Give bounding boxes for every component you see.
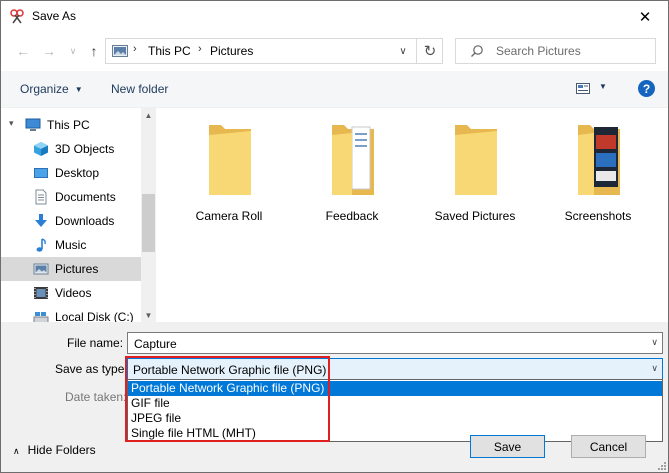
save-as-type-label: Save as type:: [55, 362, 128, 376]
scroll-down-icon[interactable]: ▼: [141, 308, 156, 322]
chevron-down-icon[interactable]: ∨: [651, 363, 658, 374]
computer-icon: [25, 118, 41, 131]
organize-button[interactable]: Organize ▼: [20, 82, 83, 96]
command-bar: Organize ▼ New folder ▼ ?: [1, 71, 668, 108]
sidebar-item-documents[interactable]: Documents: [1, 185, 141, 209]
music-icon: [36, 238, 46, 252]
highlight-annotation-box: [125, 356, 330, 442]
window-title: Save As: [32, 9, 77, 23]
folder-icon: [578, 125, 620, 195]
3d-objects-icon: [34, 142, 48, 156]
expand-icon[interactable]: ▾: [9, 118, 14, 129]
chevron-down-icon: ∨: [399, 45, 407, 57]
hide-folders-label: Hide Folders: [27, 443, 96, 457]
folder-label: Feedback: [325, 209, 379, 223]
refresh-icon: ↻: [423, 43, 437, 60]
breadcrumb-separator: ›: [198, 43, 202, 55]
address-bar[interactable]: › This PC › Pictures ∨ ↻: [105, 38, 443, 64]
sidebar-item-label: Desktop: [55, 166, 100, 180]
sidebar-item-videos[interactable]: Videos: [1, 281, 141, 305]
sidebar-item-pictures[interactable]: Pictures: [1, 257, 141, 281]
date-taken-label: Date taken:: [65, 390, 127, 404]
view-options-caret-icon[interactable]: ▼: [599, 82, 607, 91]
refresh-button[interactable]: ↻: [416, 39, 443, 63]
sidebar-item-label: Downloads: [55, 214, 115, 228]
file-list: Camera Roll Feedback Saved Pictures Scre…: [157, 108, 668, 322]
folder-item-camera-roll[interactable]: Camera Roll: [169, 118, 289, 228]
sidebar-item-label: 3D Objects: [55, 142, 115, 156]
view-options-icon[interactable]: [576, 83, 590, 94]
arrow-left-icon: ←: [16, 43, 30, 59]
sidebar-item-label: Videos: [55, 286, 92, 300]
downloads-icon: [35, 214, 47, 227]
sidebar-item-downloads[interactable]: Downloads: [1, 209, 141, 233]
hide-folders-button[interactable]: ∧ Hide Folders: [13, 443, 96, 457]
folder-icon: [455, 125, 497, 195]
breadcrumb-pictures[interactable]: Pictures: [210, 44, 253, 58]
snipping-tool-icon: [10, 9, 24, 24]
search-icon: [471, 45, 483, 57]
folder-icon: [332, 125, 374, 195]
navigation-scrollbar[interactable]: ▲ ▼: [141, 108, 156, 322]
new-folder-button[interactable]: New folder: [111, 82, 168, 96]
save-options-panel: File name: Capture ∨ Save as type: Porta…: [1, 322, 668, 472]
up-button[interactable]: ↑: [85, 42, 103, 60]
title-bar: Save As ✕: [1, 1, 668, 32]
help-icon: ?: [642, 81, 651, 96]
search-box[interactable]: Search Pictures: [455, 38, 656, 64]
sidebar-item-label: Music: [55, 238, 87, 252]
breadcrumb-this-pc[interactable]: This PC: [148, 44, 191, 58]
scroll-up-icon[interactable]: ▲: [141, 108, 156, 122]
sidebar-item-music[interactable]: Music: [1, 233, 141, 257]
save-button[interactable]: Save: [470, 435, 545, 458]
folder-label: Screenshots: [564, 209, 632, 223]
recent-locations-button[interactable]: ∨: [64, 42, 82, 60]
folder-label: Saved Pictures: [434, 209, 516, 223]
save-as-dialog: Save As ✕ ← → ∨ ↑ › This PC › Pictures ∨…: [0, 0, 669, 473]
navigation-pane: ▾ This PC 3D Objects Desktop Documents D…: [1, 108, 156, 322]
file-name-input[interactable]: Capture ∨: [127, 332, 663, 354]
navigation-bar: ← → ∨ ↑ › This PC › Pictures ∨ ↻ Search …: [1, 32, 668, 70]
arrow-up-icon: ↑: [90, 43, 98, 59]
sidebar-item-label: This PC: [47, 118, 90, 132]
folder-item-feedback[interactable]: Feedback: [292, 118, 412, 228]
caret-down-icon: ▼: [74, 85, 83, 94]
close-icon: ✕: [638, 8, 652, 26]
folder-item-screenshots[interactable]: Screenshots: [538, 118, 658, 228]
chevron-down-icon: ∨: [69, 45, 77, 56]
file-name-value: Capture: [134, 337, 177, 351]
close-button[interactable]: ✕: [622, 1, 668, 32]
back-button[interactable]: ←: [14, 42, 32, 60]
arrow-right-icon: →: [42, 43, 56, 59]
pictures-icon: [112, 45, 128, 57]
cancel-button[interactable]: Cancel: [571, 435, 646, 458]
search-placeholder: Search Pictures: [496, 44, 581, 58]
folder-item-saved-pictures[interactable]: Saved Pictures: [415, 118, 535, 228]
drive-icon: [33, 312, 49, 322]
sidebar-item-local-disk[interactable]: Local Disk (C:): [1, 305, 141, 322]
chevron-up-icon: ∧: [13, 446, 20, 456]
folder-icon: [209, 125, 251, 195]
sidebar-item-label: Local Disk (C:): [55, 310, 134, 322]
resize-grip-icon[interactable]: [656, 460, 666, 470]
scroll-thumb[interactable]: [142, 194, 155, 252]
sidebar-item-this-pc[interactable]: ▾ This PC: [1, 113, 141, 137]
pictures-icon: [33, 263, 49, 275]
address-dropdown-button[interactable]: ∨: [391, 40, 415, 62]
sidebar-item-3d-objects[interactable]: 3D Objects: [1, 137, 141, 161]
breadcrumb-separator: ›: [133, 43, 137, 55]
sidebar-item-label: Documents: [55, 190, 116, 204]
file-name-label: File name:: [67, 336, 124, 350]
sidebar-item-desktop[interactable]: Desktop: [1, 161, 141, 185]
videos-icon: [34, 287, 48, 299]
sidebar-item-label: Pictures: [55, 262, 99, 276]
help-button[interactable]: ?: [638, 80, 655, 97]
desktop-icon: [34, 168, 48, 178]
documents-icon: [35, 189, 47, 205]
folder-label: Camera Roll: [195, 209, 263, 223]
forward-button[interactable]: →: [40, 42, 58, 60]
chevron-down-icon[interactable]: ∨: [651, 337, 658, 348]
organize-label: Organize: [20, 82, 69, 96]
